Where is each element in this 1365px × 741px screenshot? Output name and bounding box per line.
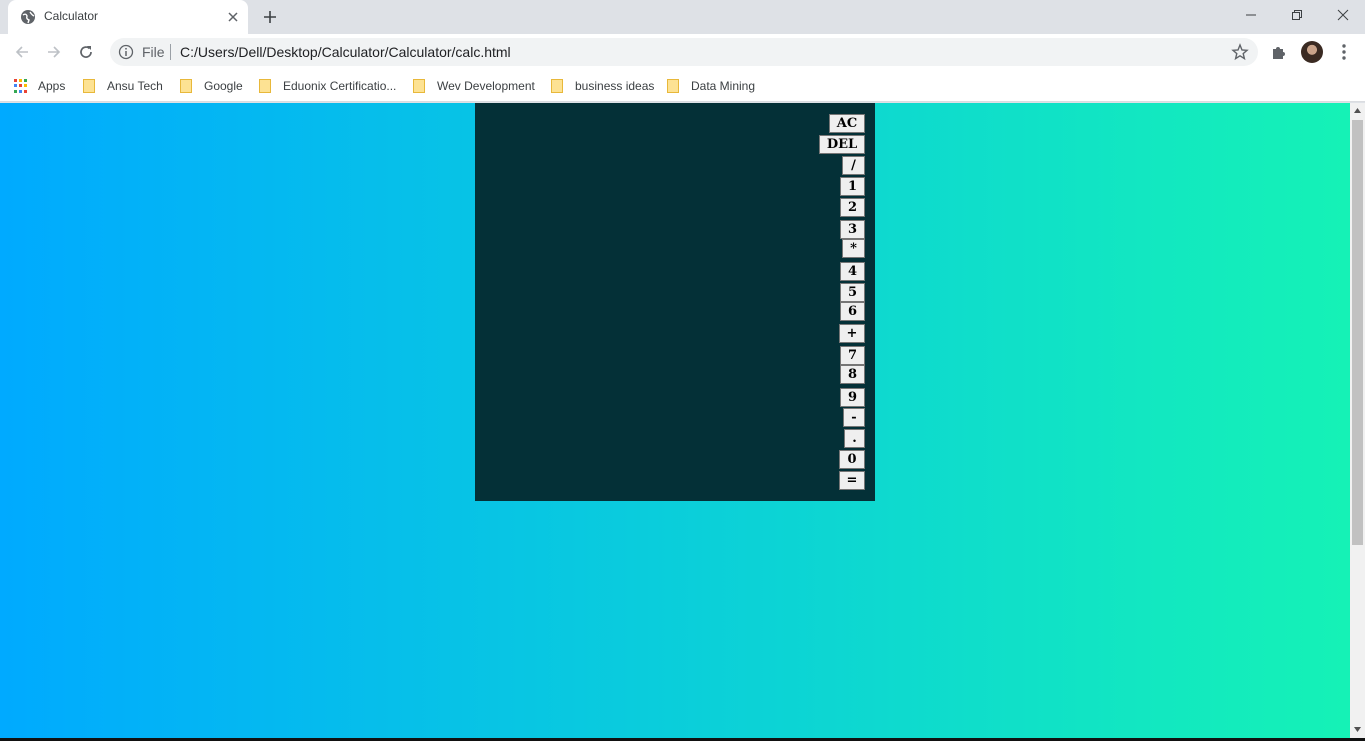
bookmark-data-mining[interactable]: Data Mining: [667, 77, 755, 95]
key-minus[interactable]: -: [843, 408, 865, 427]
forward-button[interactable]: [42, 40, 66, 64]
arrow-left-icon: [15, 46, 28, 58]
address-scheme-label: File: [142, 44, 165, 60]
close-tab-icon[interactable]: [225, 9, 241, 25]
restore-icon: [1292, 10, 1302, 20]
bookmark-label: business ideas: [575, 79, 655, 93]
folder-icon: [259, 79, 271, 93]
key-decimal[interactable]: .: [844, 429, 865, 448]
key-2[interactable]: 2: [840, 198, 865, 217]
new-tab-icon[interactable]: [259, 6, 281, 28]
key-5[interactable]: 5: [840, 283, 865, 302]
folder-icon: [180, 79, 192, 93]
minimize-icon: [1246, 14, 1256, 16]
key-3[interactable]: 3: [840, 220, 865, 239]
bookmark-eduonix[interactable]: Eduonix Certificatio...: [259, 77, 396, 95]
browser-toolbar: File C:/Users/Dell/Desktop/Calculator/Ca…: [0, 34, 1365, 70]
apps-grid-icon: [14, 79, 28, 93]
key-0[interactable]: 0: [839, 450, 865, 469]
key-1[interactable]: 1: [840, 177, 865, 196]
folder-icon: [551, 79, 563, 93]
key-equals[interactable]: =: [839, 471, 865, 490]
minimize-button[interactable]: [1228, 0, 1274, 30]
reload-icon: [80, 46, 92, 58]
bookmark-ansu-tech[interactable]: Ansu Tech: [83, 77, 163, 95]
bookmark-business-ideas[interactable]: business ideas: [551, 77, 654, 95]
key-delete[interactable]: DEL: [819, 135, 865, 154]
close-window-button[interactable]: [1320, 0, 1365, 30]
address-bar[interactable]: File C:/Users/Dell/Desktop/Calculator/Ca…: [110, 38, 1258, 66]
bookmark-label: Eduonix Certificatio...: [283, 79, 397, 93]
restore-button[interactable]: [1274, 0, 1320, 30]
key-6[interactable]: 6: [840, 302, 865, 321]
tab-title: Calculator: [44, 9, 99, 23]
close-icon: [1337, 9, 1349, 21]
address-url[interactable]: C:/Users/Dell/Desktop/Calculator/Calcula…: [180, 44, 511, 60]
bookmark-label: Ansu Tech: [107, 79, 163, 93]
key-multiply[interactable]: *: [842, 239, 865, 258]
extensions-puzzle-icon[interactable]: [1270, 43, 1288, 61]
key-4[interactable]: 4: [840, 262, 865, 281]
bookmark-wev-development[interactable]: Wev Development: [413, 77, 535, 95]
key-8[interactable]: 8: [840, 365, 865, 384]
key-7[interactable]: 7: [840, 346, 865, 365]
bookmark-label: Data Mining: [691, 79, 756, 93]
folder-icon: [413, 79, 425, 93]
key-clear[interactable]: AC: [829, 114, 865, 133]
bookmark-google[interactable]: Google: [180, 77, 243, 95]
vertical-scrollbar[interactable]: [1350, 103, 1365, 738]
kebab-menu-icon[interactable]: [1336, 43, 1352, 61]
info-icon[interactable]: [118, 44, 134, 60]
address-separator: [170, 44, 171, 60]
bookmark-label: Google: [204, 79, 243, 93]
page-viewport: AC DEL / 1 2 3 * 4 5 6 + 7 8 9 - . 0 =: [0, 103, 1350, 738]
bookmark-apps[interactable]: Apps: [14, 77, 65, 95]
reload-button[interactable]: [74, 40, 98, 64]
key-9[interactable]: 9: [840, 388, 865, 407]
back-button[interactable]: [10, 40, 34, 64]
bookmark-label: Wev Development: [437, 79, 535, 93]
calculator-grid: AC DEL / 1 2 3 * 4 5 6 + 7 8 9 - . 0 =: [475, 103, 875, 501]
bookmark-label: Apps: [38, 79, 66, 93]
scroll-down-arrow-icon[interactable]: [1353, 725, 1362, 734]
folder-icon: [667, 79, 679, 93]
key-plus[interactable]: +: [839, 324, 865, 343]
bookmark-star-icon[interactable]: [1231, 43, 1249, 61]
folder-icon: [83, 79, 95, 93]
profile-avatar[interactable]: [1301, 41, 1323, 63]
globe-icon: [21, 10, 35, 24]
scrollbar-thumb[interactable]: [1352, 120, 1363, 545]
tab-strip: Calculator: [0, 0, 1365, 34]
arrow-right-icon: [48, 46, 61, 58]
bookmarks-bar: Apps Ansu Tech Google Eduonix Certificat…: [0, 70, 1365, 102]
scroll-up-arrow-icon[interactable]: [1353, 106, 1362, 115]
browser-tab[interactable]: Calculator: [8, 0, 248, 34]
key-divide[interactable]: /: [842, 156, 865, 175]
